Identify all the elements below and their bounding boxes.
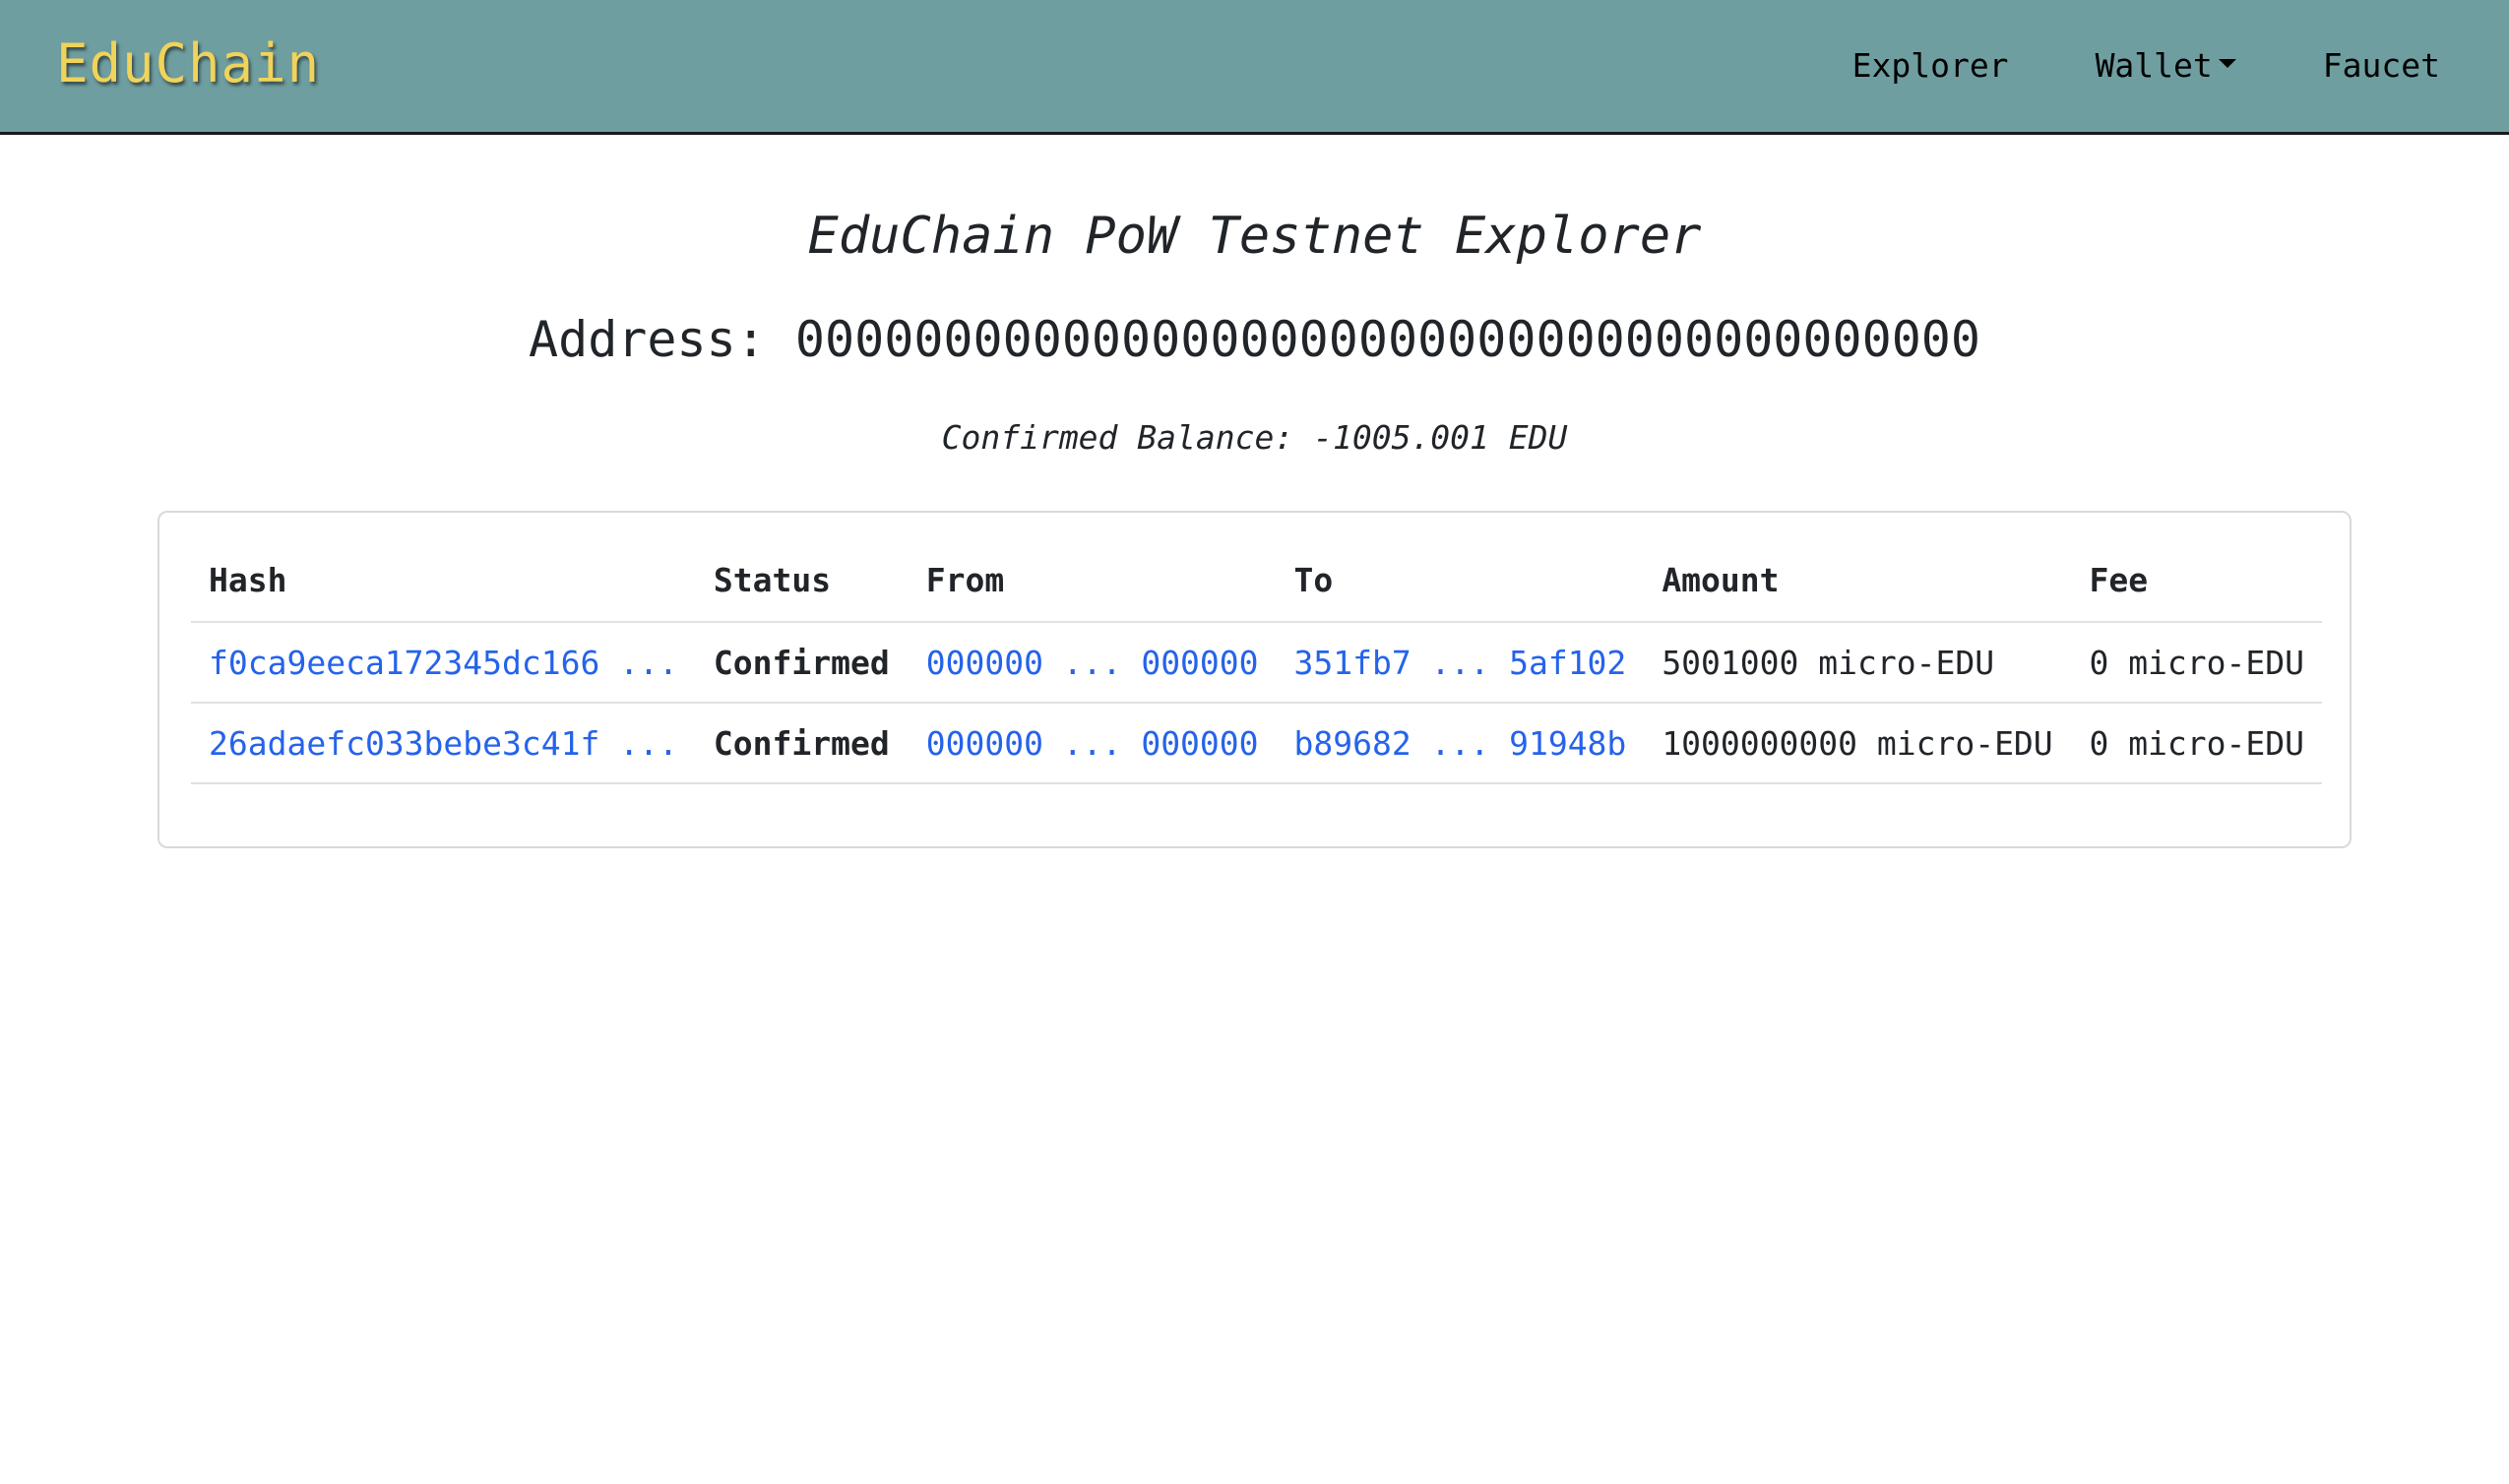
tx-status: Confirmed bbox=[695, 622, 909, 704]
table-row: f0ca9eeca172345dc166 ... Confirmed 00000… bbox=[191, 622, 2322, 704]
transactions-table: Hash Status From To Amount Fee f0ca9eeca… bbox=[191, 538, 2322, 784]
tx-fee: 0 micro-EDU bbox=[2071, 703, 2322, 784]
tx-amount: 1000000000 micro-EDU bbox=[1644, 703, 2072, 784]
nav-wallet-label: Wallet bbox=[2095, 46, 2213, 85]
nav-explorer-link[interactable]: Explorer bbox=[1852, 46, 2009, 86]
tx-hash-link[interactable]: 26adaefc033bebe3c41f ... bbox=[209, 724, 678, 763]
transactions-card: Hash Status From To Amount Fee f0ca9eeca… bbox=[157, 511, 2352, 848]
tx-to-link[interactable]: 351fb7 ... 5af102 bbox=[1294, 644, 1627, 682]
nav-faucet-label: Faucet bbox=[2322, 46, 2440, 85]
confirmed-balance: Confirmed Balance: -1005.001 EDU bbox=[941, 418, 1568, 457]
header-from: From bbox=[908, 538, 1277, 623]
address-heading: Address: 0000000000000000000000000000000… bbox=[528, 311, 1981, 368]
tx-from-link[interactable]: 000000 ... 000000 bbox=[926, 644, 1259, 682]
brand-logo[interactable]: EduChain bbox=[56, 30, 320, 98]
tx-status: Confirmed bbox=[695, 703, 909, 784]
tx-amount: 5001000 micro-EDU bbox=[1644, 622, 2072, 704]
nav-links: Explorer Wallet Faucet bbox=[1852, 0, 2509, 132]
tx-to-link[interactable]: b89682 ... 91948b bbox=[1294, 724, 1627, 763]
top-navbar: EduChain Explorer Wallet Faucet bbox=[0, 0, 2509, 135]
header-status: Status bbox=[695, 538, 909, 623]
tx-from-link[interactable]: 000000 ... 000000 bbox=[926, 724, 1259, 763]
header-fee: Fee bbox=[2071, 538, 2322, 623]
tx-fee: 0 micro-EDU bbox=[2071, 622, 2322, 704]
tx-hash-link[interactable]: f0ca9eeca172345dc166 ... bbox=[209, 644, 678, 682]
table-header-row: Hash Status From To Amount Fee bbox=[191, 538, 2322, 623]
header-hash: Hash bbox=[191, 538, 696, 623]
header-amount: Amount bbox=[1644, 538, 2072, 623]
nav-wallet-dropdown[interactable]: Wallet bbox=[2096, 46, 2236, 86]
nav-faucet-link[interactable]: Faucet bbox=[2323, 46, 2440, 86]
nav-explorer-label: Explorer bbox=[1851, 46, 2009, 85]
table-row: 26adaefc033bebe3c41f ... Confirmed 00000… bbox=[191, 703, 2322, 784]
header-to: To bbox=[1276, 538, 1645, 623]
chevron-down-icon bbox=[2218, 58, 2236, 68]
page-title: EduChain PoW Testnet Explorer bbox=[807, 207, 1702, 266]
